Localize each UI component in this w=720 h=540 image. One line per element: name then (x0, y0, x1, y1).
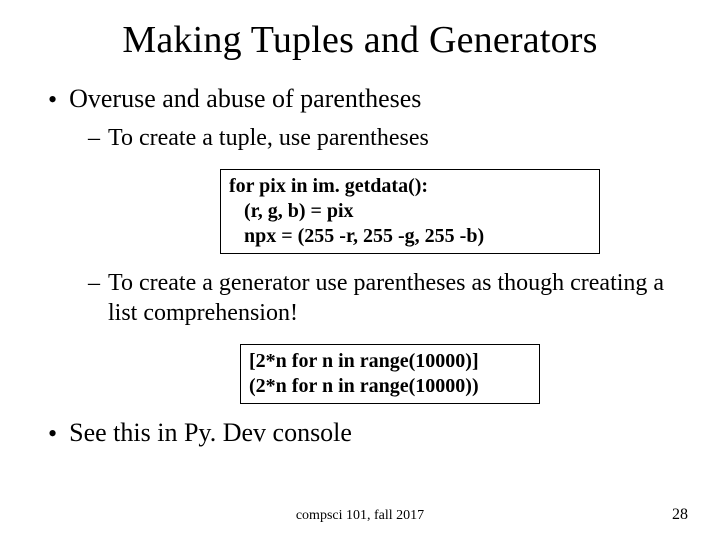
bullet-dot-icon: • (48, 84, 57, 115)
code-line: [2*n for n in range(10000)] (249, 349, 531, 374)
bullet-text: Overuse and abuse of parentheses (69, 84, 421, 114)
footer-course: compsci 101, fall 2017 (0, 508, 720, 524)
bullet-text: To create a tuple, use parentheses (108, 123, 680, 153)
bullet-dot-icon: • (48, 418, 57, 449)
code-block-generator: [2*n for n in range(10000)] (2*n for n i… (240, 344, 540, 404)
bullet-level1: • See this in Py. Dev console (48, 418, 680, 449)
code-line: for pix in im. getdata(): (229, 174, 591, 199)
code-line: (r, g, b) = pix (229, 199, 591, 224)
code-line: (2*n for n in range(10000)) (249, 374, 531, 399)
slide: Making Tuples and Generators • Overuse a… (0, 0, 720, 540)
slide-title: Making Tuples and Generators (40, 18, 680, 62)
bullet-text: See this in Py. Dev console (69, 418, 352, 448)
code-block-tuple: for pix in im. getdata(): (r, g, b) = pi… (220, 169, 600, 254)
bullet-level2: – To create a generator use parentheses … (88, 268, 680, 328)
bullet-level1: • Overuse and abuse of parentheses (48, 84, 680, 115)
bullet-text: To create a generator use parentheses as… (108, 268, 680, 328)
bullet-dash-icon: – (88, 123, 100, 153)
footer-page-number: 28 (672, 506, 688, 524)
bullet-dash-icon: – (88, 268, 100, 298)
bullet-level2: – To create a tuple, use parentheses (88, 123, 680, 153)
code-line: npx = (255 -r, 255 -g, 255 -b) (229, 224, 591, 249)
